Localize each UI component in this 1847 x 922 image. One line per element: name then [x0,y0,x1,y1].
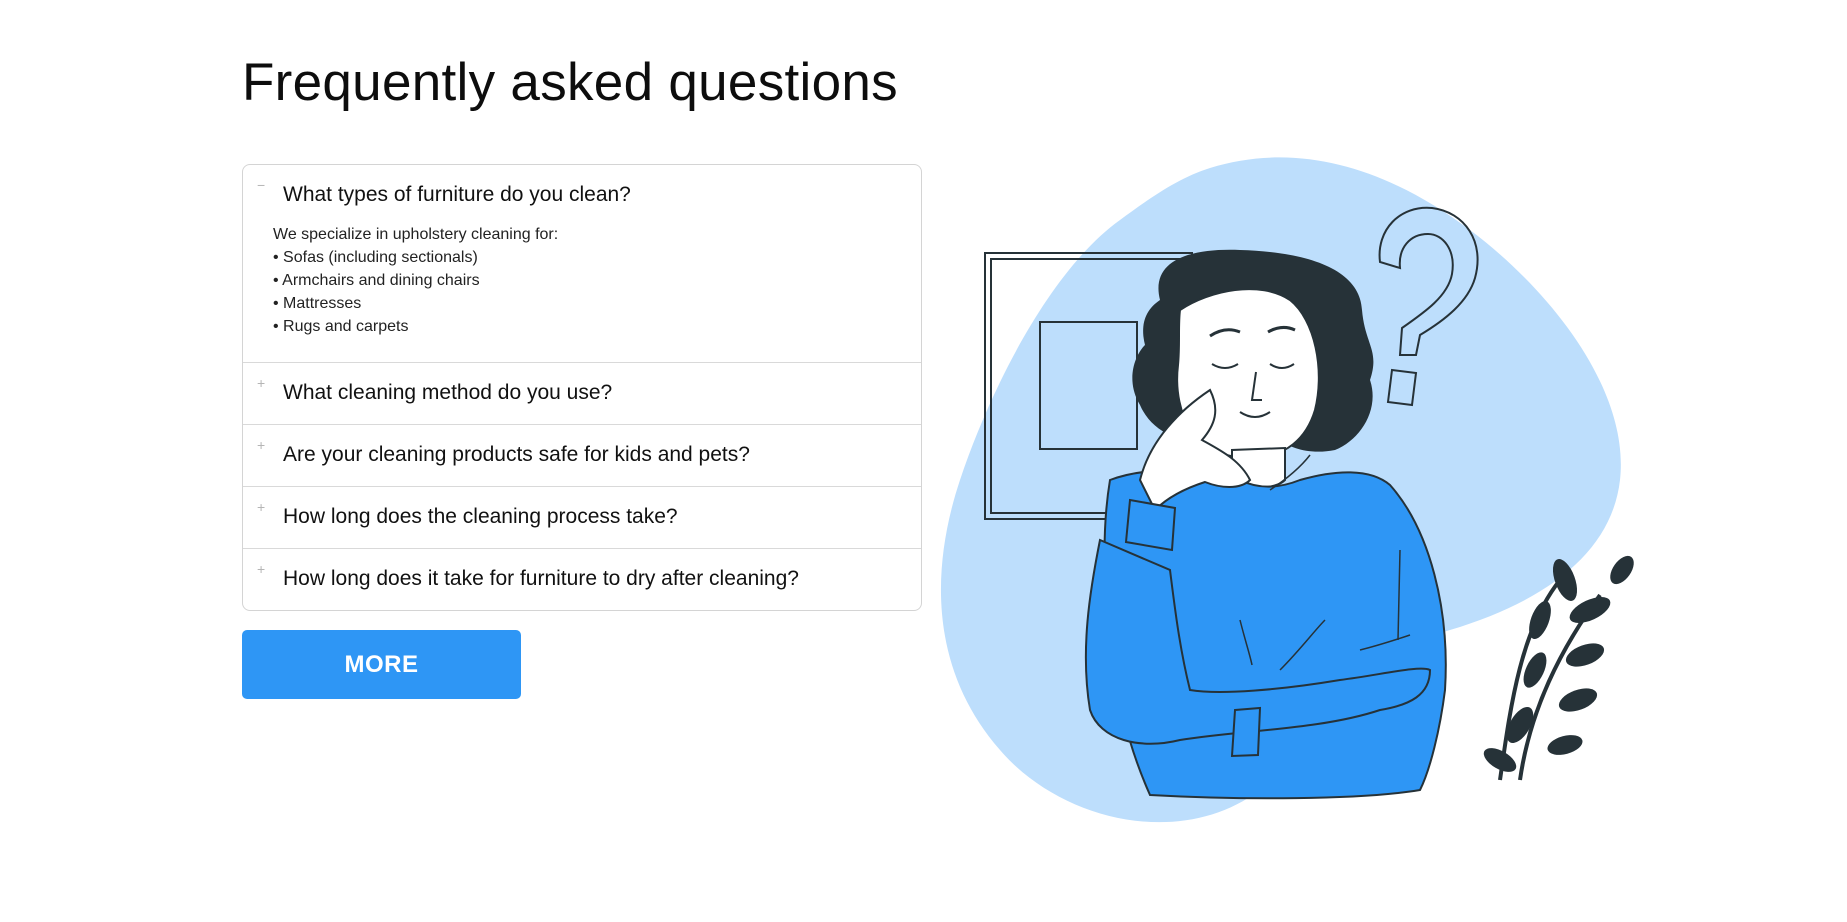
faq-question: How long does it take for furniture to d… [283,567,799,590]
faq-question-button[interactable]: + How long does it take for furniture to… [243,549,921,610]
faq-item: + How long does it take for furniture to… [243,548,921,610]
faq-question-button[interactable]: + Are your cleaning products safe for ki… [243,425,921,486]
faq-question: What types of furniture do you clean? [283,183,631,206]
faq-answer-bullet: • Armchairs and dining chairs [273,272,480,289]
cuff [1124,498,1177,552]
page-title: Frequently asked questions [242,53,898,112]
faq-answer-intro: We specialize in upholstery cleaning for… [273,226,559,243]
faq-question: What cleaning method do you use? [283,381,613,404]
thinking-woman-illustration [940,157,1634,823]
plus-icon: + [257,437,266,453]
faq-question: Are your cleaning products safe for kids… [283,443,750,466]
faq-question-button[interactable]: + How long does the cleaning process tak… [243,487,921,548]
plus-icon: + [257,499,266,515]
faq-question-button[interactable]: + What cleaning method do you use? [243,363,921,424]
plus-icon: + [257,561,266,577]
faq-question: How long does the cleaning process take? [283,505,678,528]
faq-item: − What types of furniture do you clean? … [243,165,921,362]
faq-answer-bullet: • Sofas (including sectionals) [273,249,478,266]
plus-icon: + [257,375,266,391]
faq-item: + What cleaning method do you use? [243,362,921,424]
faq-item: + Are your cleaning products safe for ki… [243,424,921,486]
minus-icon: − [257,177,266,193]
more-button[interactable]: MORE [242,630,521,699]
faq-answer-bullet: • Rugs and carpets [273,318,409,335]
faq-accordion: − What types of furniture do you clean? … [242,164,922,611]
faq-question-button[interactable]: − What types of furniture do you clean? [243,165,921,226]
faq-item: + How long does the cleaning process tak… [243,486,921,548]
faq-answer: We specialize in upholstery cleaning for… [243,223,921,362]
faq-answer-bullet: • Mattresses [273,295,362,312]
